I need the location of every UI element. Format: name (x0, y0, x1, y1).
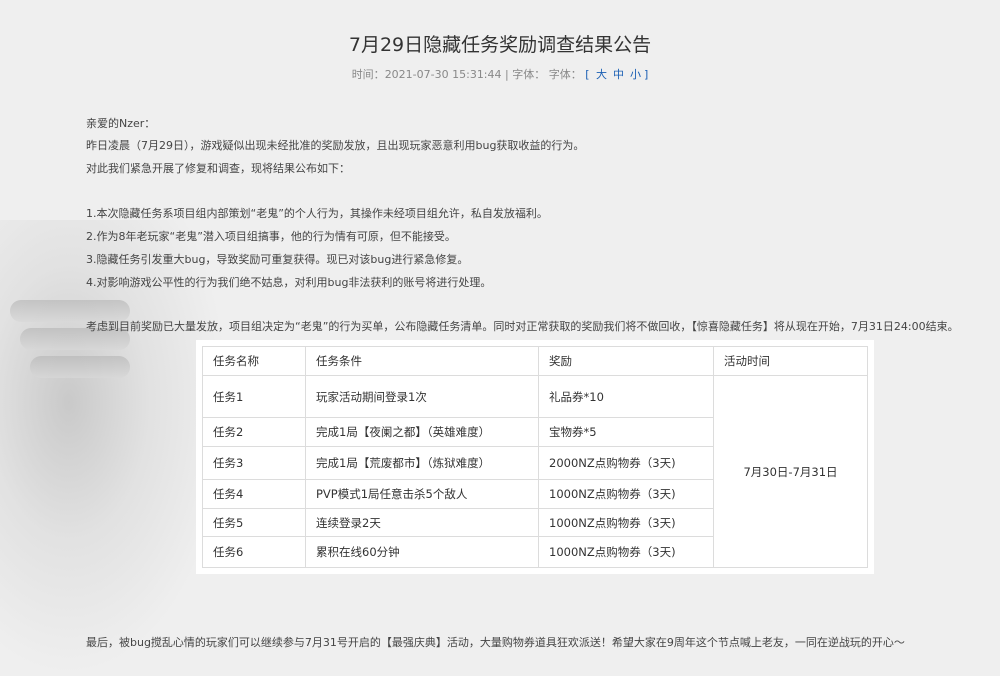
task-reward: 1000NZ点购物券（3天) (538, 535, 714, 569)
hidden-task-table: 任务名称 任务条件 奖励 活动时间 任务1 玩家活动期间登录1次 礼品券*10 … (202, 346, 868, 569)
body-line-1: 昨日凌晨（7月29日），游戏疑似出现未经批准的奖励发放，且出现玩家恶意利用bug… (86, 139, 585, 152)
task-reward: 1000NZ点购物券（3天) (538, 479, 714, 510)
font-size-bracket-close: ] (644, 68, 649, 81)
meta-time: 2021-07-30 15:31:44 (384, 68, 502, 81)
task-condition: 完成1局【荒废都市】（炼狱难度） (305, 446, 539, 481)
font-size-large-link[interactable]: 大 (596, 68, 607, 81)
header-task-condition: 任务条件 (305, 346, 539, 376)
table-row: 任务1 玩家活动期间登录1次 礼品券*10 7月30日-7月31日 (202, 374, 868, 568)
task-condition: 连续登录2天 (305, 508, 539, 537)
article-title: 7月29日隐藏任务奖励调查结果公告 (348, 34, 652, 56)
task-condition: 完成1局【夜阑之都】（英雄难度） (305, 417, 539, 448)
task-reward: 1000NZ点购物券（3天) (538, 508, 714, 537)
table-header-row: 任务名称 任务条件 奖励 活动时间 (202, 346, 868, 376)
body-line-2: 对此我们紧急开展了修复和调查，现将结果公布如下： (86, 162, 350, 175)
task-name: 任务4 (202, 479, 306, 510)
font-size-medium-link[interactable]: 中 (613, 68, 624, 81)
background-gun-barrel (30, 356, 130, 378)
task-reward: 2000NZ点购物券（3天) (538, 446, 714, 481)
result-item-1: 1.本次隐藏任务系项目组内部策划“老鬼”的个人行为，其操作未经项目组允许，私自发… (86, 207, 548, 220)
closing-paragraph: 最后，被bug搅乱心情的玩家们可以继续参与7月31号开启的【最强庆典】活动，大量… (86, 636, 905, 649)
task-condition: 累积在线60分钟 (305, 535, 539, 569)
result-item-4: 4.对影响游戏公平性的行为我们绝不姑息，对利用bug非法获利的账号将进行处理。 (86, 276, 492, 289)
header-task-name: 任务名称 (202, 346, 306, 376)
task-name: 任务1 (202, 374, 306, 419)
font-size-small-link[interactable]: 小 (630, 68, 641, 81)
activity-period: 7月30日-7月31日 (713, 375, 868, 568)
task-reward: 宝物券*5 (538, 417, 714, 448)
greeting: 亲爱的Nzer： (86, 117, 156, 130)
result-item-3: 3.隐藏任务引发重大bug，导致奖励可重复获得。现已对该bug进行紧急修复。 (86, 253, 469, 266)
article-meta: 时间：2021-07-30 15:31:44 | 字体： 字体： [ 大中小] (0, 66, 1000, 82)
task-condition: 玩家活动期间登录1次 (305, 374, 539, 419)
task-name: 任务2 (202, 417, 306, 448)
decision-paragraph: 考虑到目前奖励已大量发放，项目组决定为“老鬼”的行为买单，公布隐藏任务清单。同时… (86, 320, 959, 333)
meta-font-label: | 字体： 字体： (501, 68, 582, 81)
meta-time-label: 时间： (351, 68, 385, 81)
task-condition: PVP模式1局任意击杀5个敌人 (305, 479, 539, 510)
result-item-2: 2.作为8年老玩家“老鬼”潜入项目组搞事，他的行为情有可原，但不能接受。 (86, 230, 456, 243)
task-name: 任务3 (202, 446, 306, 481)
header-activity-time: 活动时间 (713, 346, 868, 376)
task-reward: 礼品券*10 (538, 374, 714, 419)
font-size-bracket-open: [ (585, 68, 590, 81)
task-name: 任务5 (202, 508, 306, 537)
header-reward: 奖励 (538, 346, 714, 376)
task-name: 任务6 (202, 535, 306, 569)
